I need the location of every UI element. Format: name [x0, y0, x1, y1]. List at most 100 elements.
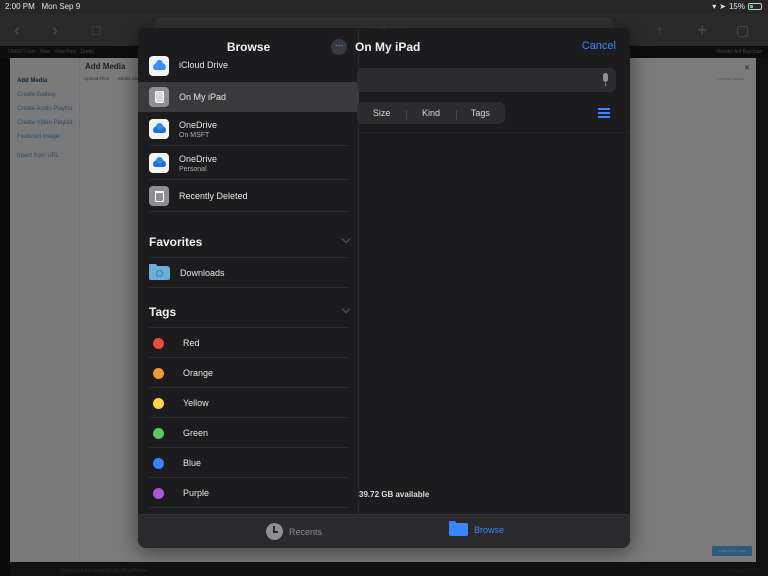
tag-label: Green	[183, 428, 209, 438]
status-time: 2:00 PM	[5, 2, 35, 11]
tag-green[interactable]: Green	[149, 418, 349, 448]
location-label: On My iPad	[179, 92, 227, 102]
chevron-down-icon[interactable]	[341, 304, 351, 314]
tag-color-dot-icon	[153, 367, 164, 379]
wp-view-post-link: View Post	[54, 49, 77, 55]
status-bar: 2:00 PM Mon Sep 9 ▾ ➤ 15%	[0, 0, 768, 14]
tag-orange[interactable]: Orange	[149, 358, 349, 388]
wp-insert-button: Insert into post	[712, 546, 752, 556]
wp-menu-featured-image: Featured Image	[17, 134, 60, 140]
wp-footer: Thank you for creating with WordPress.	[60, 568, 148, 574]
wifi-icon: ▾	[712, 2, 717, 11]
location-title: On My iPad	[355, 40, 421, 54]
wp-expand-details: Expand Details	[717, 76, 744, 81]
tag-red[interactable]: Red	[149, 328, 349, 358]
file-picker-popover: Browse ⋯ iCloud Drive On My iPad OneDriv…	[138, 28, 630, 548]
battery-icon	[748, 3, 762, 10]
sort-tags[interactable]: Tags	[455, 108, 505, 120]
wp-menu-audio-playlist: Create Audio Playlist	[17, 106, 73, 112]
favorites-section-header[interactable]: Favorites	[149, 228, 351, 258]
location-icloud-drive[interactable]: iCloud Drive	[138, 56, 359, 82]
location-sublabel: On MSFT	[179, 131, 210, 139]
tab-recents[interactable]: Recents	[266, 523, 322, 540]
tag-color-dot-icon	[153, 397, 164, 409]
search-input[interactable]	[357, 68, 616, 92]
tab-recents-label: Recents	[289, 526, 323, 537]
battery-percent: 15%	[728, 2, 745, 11]
tab-browse[interactable]: Browse	[449, 521, 505, 536]
bookmarks-icon[interactable]: □	[92, 22, 100, 38]
location-sublabel: Personal	[179, 165, 207, 173]
tag-label: Purple	[183, 488, 210, 498]
location-on-my-ipad[interactable]: On My iPad	[138, 82, 359, 112]
tag-label: Red	[183, 338, 200, 348]
microphone-icon[interactable]	[603, 73, 608, 86]
location-onedrive-personal[interactable]: OneDrive Personal	[138, 146, 359, 180]
list-view-icon[interactable]	[598, 108, 610, 118]
sort-size[interactable]: Size	[357, 108, 406, 118]
wp-new-link: New	[39, 49, 50, 55]
favorites-title: Favorites	[149, 235, 203, 249]
status-date: Mon Sep 9	[41, 2, 81, 11]
folder-icon	[449, 521, 468, 536]
tag-color-dot-icon	[153, 487, 164, 499]
storage-available: 39.72 GB available	[359, 490, 430, 499]
favorite-label: Downloads	[180, 268, 225, 278]
sidebar-title: Browse	[226, 40, 271, 54]
tags-title: Tags	[149, 305, 177, 319]
tag-label: Orange	[183, 368, 214, 378]
browse-sidebar: Browse ⋯ iCloud Drive On My iPad OneDriv…	[138, 28, 359, 514]
wp-site-link: OMSFT.com	[8, 49, 36, 55]
location-content: On My iPad Cancel Size Kind Tags 39.72 G…	[355, 28, 630, 514]
wp-close-icon: ✕	[744, 65, 750, 72]
location-label: OneDrive	[179, 153, 218, 164]
favorite-downloads[interactable]: Downloads	[149, 258, 349, 288]
location-onedrive-msft[interactable]: OneDrive On MSFT	[138, 112, 359, 146]
share-icon[interactable]: ↑	[656, 22, 663, 38]
wp-modal-title: Add Media	[85, 62, 126, 71]
picker-tab-bar: Recents Browse	[138, 514, 630, 548]
wp-media-menu: Add Media Create Gallery Create Audio Pl…	[10, 58, 80, 562]
wp-menu-video-playlist: Create Video Playlist	[17, 120, 73, 126]
wp-menu-insert-url: Insert from URL	[17, 153, 60, 159]
forward-icon[interactable]: ›	[52, 20, 58, 41]
more-options-button[interactable]: ⋯	[331, 39, 347, 55]
sort-kind[interactable]: Kind	[406, 108, 455, 120]
tag-blue[interactable]: Blue	[149, 448, 349, 478]
tags-section-header[interactable]: Tags	[149, 298, 351, 328]
tag-color-dot-icon	[153, 457, 164, 469]
onedrive-icon	[149, 119, 169, 139]
wp-extra-link: Drafts	[80, 49, 94, 55]
tag-color-dot-icon	[153, 337, 164, 349]
tag-purple[interactable]: Purple	[149, 478, 349, 508]
downloads-folder-icon	[149, 264, 170, 280]
location-label: Recently Deleted	[179, 191, 248, 201]
wp-tab-upload: Upload Files	[84, 76, 110, 81]
wp-menu-add-media: Add Media	[17, 78, 48, 84]
locations-list: iCloud Drive On My iPad OneDrive On MSFT	[138, 56, 359, 212]
location-label: OneDrive	[179, 119, 218, 130]
location-label: iCloud Drive	[179, 60, 229, 70]
back-icon[interactable]: ‹	[14, 20, 20, 41]
wp-menu-create-gallery: Create Gallery	[17, 92, 56, 98]
sort-control: Size Kind Tags	[357, 102, 505, 124]
tag-color-dot-icon	[153, 427, 164, 439]
new-tab-icon[interactable]: +	[697, 20, 708, 41]
location-recently-deleted[interactable]: Recently Deleted	[138, 180, 359, 212]
wp-sidebar	[0, 58, 10, 576]
clock-icon	[266, 523, 283, 540]
wp-version: Version 5.2.2	[728, 568, 758, 574]
tabs-icon[interactable]: ▢	[736, 22, 749, 39]
onedrive-icon	[149, 153, 169, 173]
cancel-button[interactable]: Cancel	[582, 40, 616, 52]
wp-greeting: Howdy, Arif Bacchus	[716, 49, 762, 55]
icloud-icon	[149, 56, 169, 76]
ipad-icon	[149, 87, 169, 107]
tag-label: Yellow	[183, 398, 209, 408]
tab-browse-label: Browse	[474, 524, 505, 535]
ipad-screen: 2:00 PM Mon Sep 9 ▾ ➤ 15% ‹ › □ osmsft.c…	[0, 0, 768, 576]
chevron-down-icon[interactable]	[341, 234, 351, 244]
location-icon: ➤	[719, 2, 726, 11]
trash-icon	[149, 186, 169, 206]
tag-yellow[interactable]: Yellow	[149, 388, 349, 418]
